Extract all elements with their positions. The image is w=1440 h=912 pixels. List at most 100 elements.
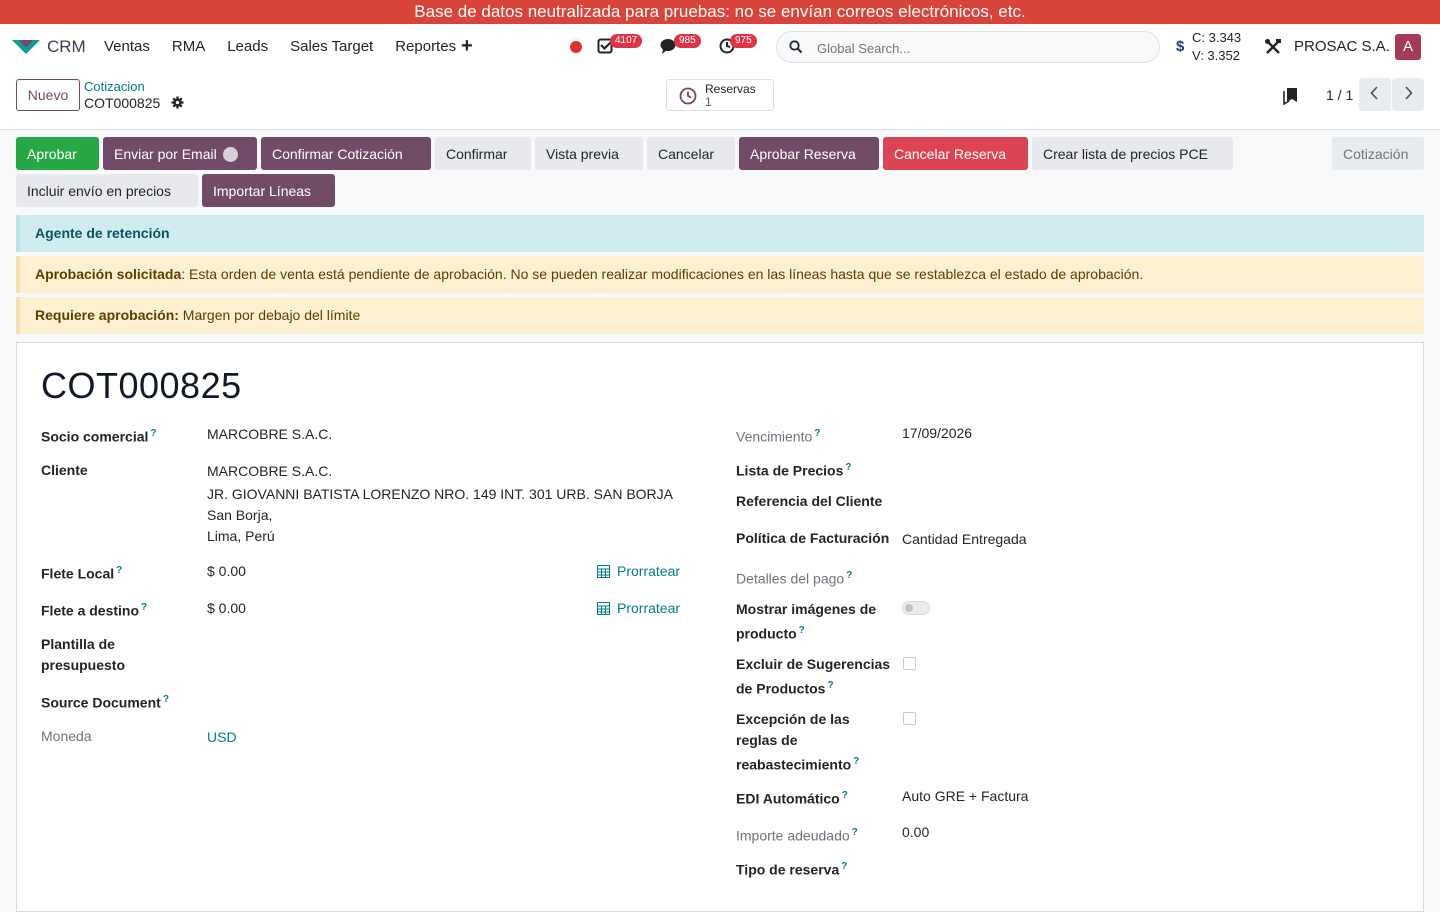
mostrar-imagenes-label: Mostrar imágenes de producto? (736, 601, 877, 642)
flete-destino-field[interactable]: $ 0.00 (207, 598, 246, 619)
breadcrumb-parent[interactable]: Cotizacion (84, 79, 145, 94)
dollar-icon: $ (1176, 38, 1185, 55)
breadcrumb-current: COT000825 (84, 95, 161, 111)
cancelar-reserva-button[interactable]: Cancelar Reserva (883, 137, 1028, 170)
search-input[interactable] (817, 38, 1137, 58)
prorratear-destino-button[interactable]: Prorratear (597, 600, 680, 616)
plus-icon[interactable]: + (461, 35, 473, 58)
main-menu: Ventas RMA Leads Sales Target Reportes (104, 38, 478, 55)
requires-approval-alert: Requiere aprobación: Margen por debajo d… (16, 297, 1424, 334)
user-avatar[interactable]: A (1395, 34, 1421, 60)
prorratear-local-button[interactable]: Prorratear (597, 563, 680, 579)
menu-ventas[interactable]: Ventas (104, 38, 150, 55)
politica-facturacion-label: Política de Facturación (736, 530, 890, 546)
socio-comercial-field[interactable]: MARCOBRE S.A.C. (207, 424, 332, 445)
app-name[interactable]: CRM (47, 37, 86, 57)
plantilla-label: Plantilla de presupuesto (41, 636, 126, 673)
importar-lineas-button[interactable]: Importar Líneas (202, 174, 335, 207)
cliente-field[interactable]: MARCOBRE S.A.C. (207, 461, 332, 482)
help-icon[interactable]: ? (163, 694, 169, 705)
socio-comercial-label: Socio comercial? (41, 428, 157, 445)
record-icon[interactable] (570, 41, 582, 53)
help-icon[interactable]: ? (846, 570, 852, 581)
help-icon[interactable]: ? (150, 428, 156, 439)
excluir-sugerencias-checkbox[interactable] (903, 657, 916, 670)
pager-value[interactable]: 1 / 1 (1326, 87, 1353, 103)
mostrar-imagenes-toggle[interactable] (902, 601, 930, 615)
pager-next-button[interactable] (1392, 78, 1424, 111)
help-icon[interactable]: ? (814, 428, 820, 439)
vencimiento-label: Vencimiento? (736, 428, 821, 445)
excepcion-reglas-checkbox[interactable] (903, 712, 916, 725)
calculator-icon (597, 565, 610, 578)
help-icon[interactable]: ? (842, 790, 848, 801)
menu-reportes[interactable]: Reportes (395, 38, 456, 55)
help-icon[interactable]: ? (799, 625, 805, 636)
menu-leads[interactable]: Leads (227, 38, 268, 55)
tipo-reserva-label: Tipo de reserva? (736, 861, 848, 878)
approval-title: Aprobación solicitada (35, 266, 182, 282)
detalles-pago-label: Detalles del pago? (736, 570, 853, 587)
aprobar-button[interactable]: Aprobar (16, 137, 99, 170)
retention-agent-text: Agente de retención (35, 225, 170, 241)
chevron-left-icon (1370, 86, 1378, 100)
document-title: COT000825 (41, 365, 242, 406)
status-cotizacion[interactable]: Cotización (1332, 137, 1424, 170)
reservas-smart-button[interactable]: Reservas 1 (666, 79, 774, 111)
global-search[interactable] (776, 31, 1160, 63)
incluir-envio-button[interactable]: Incluir envío en precios (16, 174, 198, 207)
menu-rma[interactable]: RMA (172, 38, 205, 55)
flete-local-label: Flete Local? (41, 565, 123, 582)
help-icon[interactable]: ? (853, 756, 859, 767)
menu-sales-target[interactable]: Sales Target (290, 38, 373, 55)
excepcion-reglas-label: Excepción de las reglas de reabastecimient… (736, 711, 860, 773)
user-circle-icon (222, 146, 238, 162)
cliente-address-line3: Lima, Perú (207, 528, 275, 544)
help-icon[interactable]: ? (116, 565, 122, 576)
form-sheet: COT000825 Socio comercial? MARCOBRE S.A.… (16, 342, 1424, 912)
edi-automatico-label: EDI Automático? (736, 790, 848, 807)
send-email-label: Enviar por Email (114, 145, 217, 162)
reservas-label: Reservas (705, 82, 756, 96)
gear-icon[interactable] (171, 96, 184, 109)
politica-facturacion-field[interactable]: Cantidad Entregada (902, 529, 1027, 550)
cliente-address-line2: San Borja, (207, 507, 273, 523)
confirmar-cotizacion-button[interactable]: Confirmar Cotización (261, 137, 431, 170)
importe-adeudado-label: Importe adeudado? (736, 827, 858, 844)
exchange-rates[interactable]: $ C: 3.343 V: 3.352 (1176, 29, 1241, 65)
pager-previous-button[interactable] (1359, 78, 1391, 111)
flete-destino-label: Flete a destino? (41, 602, 148, 619)
chevron-right-icon (1405, 86, 1413, 100)
vista-previa-button[interactable]: Vista previa (535, 137, 643, 170)
edi-automatico-field[interactable]: Auto GRE + Factura (902, 786, 1028, 807)
confirmar-button[interactable]: Confirmar (435, 137, 531, 170)
bookmark-icon[interactable] (1283, 87, 1299, 105)
rate-buy: C: 3.343 (1192, 30, 1242, 45)
help-icon[interactable]: ? (827, 680, 833, 691)
lista-precios-label: Lista de Precios? (736, 462, 852, 479)
top-navbar: CRM Ventas RMA Leads Sales Target Report… (0, 24, 1440, 70)
crm-logo-icon[interactable] (12, 38, 40, 56)
help-icon[interactable]: ? (141, 602, 147, 613)
new-button[interactable]: Nuevo (16, 79, 80, 111)
cliente-label: Cliente (41, 462, 88, 478)
help-icon[interactable]: ? (852, 827, 858, 838)
help-icon[interactable]: ? (845, 462, 851, 473)
help-icon[interactable]: ? (841, 861, 847, 872)
test-database-banner: Base de datos neutralizada para pruebas:… (0, 0, 1440, 24)
flete-local-field[interactable]: $ 0.00 (207, 561, 246, 582)
aprobar-reserva-button[interactable]: Aprobar Reserva (739, 137, 879, 170)
moneda-field[interactable]: USD (207, 727, 237, 748)
crear-lista-precios-button[interactable]: Crear lista de precios PCE (1032, 137, 1233, 170)
messages-badge: 985 (674, 34, 701, 48)
tools-icon[interactable] (1264, 38, 1282, 56)
vencimiento-field[interactable]: 17/09/2026 (902, 423, 972, 444)
send-email-button[interactable]: Enviar por Email (103, 137, 257, 170)
control-panel: Nuevo Cotizacion COT000825 Reservas 1 1 … (0, 70, 1440, 130)
source-document-label: Source Document? (41, 694, 169, 711)
cliente-address-line1: JR. GIOVANNI BATISTA LORENZO NRO. 149 IN… (207, 486, 673, 502)
rate-sell: V: 3.352 (1192, 48, 1240, 63)
company-name[interactable]: PROSAC S.A. (1294, 38, 1390, 55)
clock-icon (679, 87, 697, 105)
cancelar-button[interactable]: Cancelar (647, 137, 735, 170)
